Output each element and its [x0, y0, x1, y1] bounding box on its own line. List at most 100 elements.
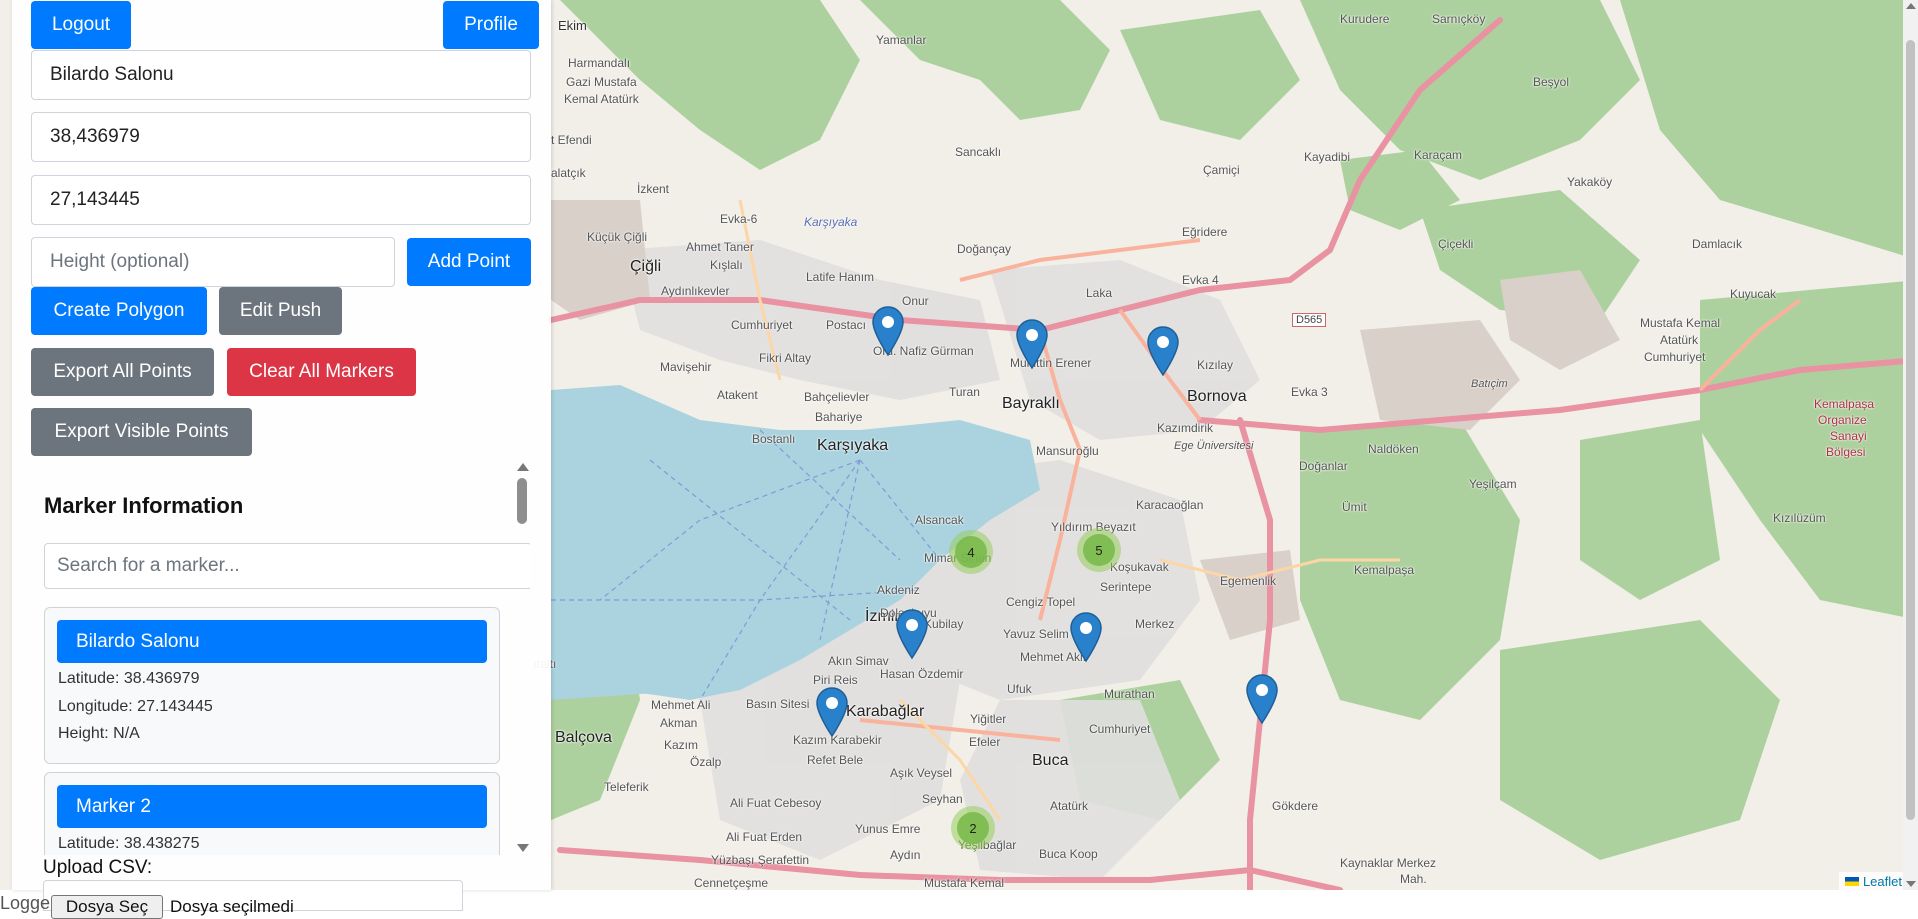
marker-pin[interactable] — [1245, 673, 1279, 725]
scroll-thumb[interactable] — [517, 478, 527, 524]
place-label: Yiğitler — [970, 712, 1007, 726]
place-label: Ümit — [1342, 500, 1367, 514]
place-label: Doğançay — [957, 242, 1012, 256]
marker-info-section: Marker Information Bilardo Salonu Latitu… — [30, 460, 530, 855]
place-label: Piri Reis — [813, 673, 858, 687]
page-scrollbar[interactable] — [1903, 0, 1918, 890]
place-label: Karaçam — [1414, 148, 1463, 162]
place-label: Cennetçeşme — [694, 876, 769, 890]
export-visible-button[interactable]: Export Visible Points — [31, 408, 252, 456]
place-label: Bornova — [1187, 388, 1247, 405]
longitude-field[interactable] — [31, 175, 531, 225]
scroll-up-arrow-icon[interactable] — [1906, 3, 1916, 9]
place-label: Seyhan — [922, 792, 963, 806]
place-label: Kışlalı — [710, 258, 743, 272]
logout-button[interactable]: Logout — [31, 1, 131, 49]
marker-pin[interactable] — [871, 305, 905, 357]
upload-csv-label: Upload CSV: — [43, 857, 153, 878]
export-all-button[interactable]: Export All Points — [31, 348, 214, 396]
scroll-thumb[interactable] — [1906, 40, 1915, 820]
marker-pin[interactable] — [895, 608, 929, 660]
place-label: Kızılay — [1197, 358, 1234, 372]
edit-push-button[interactable]: Edit Push — [219, 287, 342, 335]
leaflet-link[interactable]: Leaflet — [1863, 874, 1902, 889]
marker-cluster[interactable]: 4 — [949, 530, 993, 574]
marker-card[interactable]: Marker 2 Latitude: 38.438275 — [44, 772, 500, 855]
place-label: Küçük Çiğli — [587, 230, 648, 244]
place-label: Latife Hanım — [806, 270, 875, 284]
place-label: Turan — [949, 385, 980, 399]
marker-pin[interactable] — [1015, 318, 1049, 370]
place-label: Bahçelievler — [804, 390, 870, 404]
scroll-down-arrow-icon[interactable] — [1906, 881, 1916, 887]
height-field[interactable] — [31, 237, 395, 287]
marker-card-title[interactable]: Bilardo Salonu — [57, 620, 487, 663]
place-label: Bayraklı — [1002, 395, 1060, 412]
place-label: Ali Fuat Cebesoy — [730, 796, 822, 810]
place-label: Evka 3 — [1291, 385, 1328, 399]
marker-latitude: Latitude: 38.436979 — [58, 670, 200, 687]
marker-card[interactable]: Bilardo Salonu Latitude: 38.436979 Longi… — [44, 607, 500, 764]
latitude-field[interactable] — [31, 112, 531, 162]
place-label: Cengiz Topel — [1006, 595, 1076, 609]
marker-pin[interactable] — [815, 686, 849, 738]
place-label: Kazım — [664, 738, 699, 752]
place-label: Çiğli — [630, 258, 662, 275]
scroll-up-arrow-icon[interactable] — [517, 463, 529, 471]
place-label: Yavuz Selim — [1003, 627, 1069, 641]
place-label: Karacaoğlan — [1136, 498, 1204, 512]
place-label: Karabağlar — [846, 703, 925, 720]
marker-search-input[interactable] — [44, 543, 530, 589]
place-label: Doğanlar — [1299, 459, 1348, 473]
place-label: Atakent — [717, 388, 758, 402]
place-label: Gazi Mustafa — [566, 75, 637, 89]
place-label: Ekim — [558, 18, 587, 33]
place-label: Kaynaklar Merkez — [1340, 856, 1437, 870]
place-label: Evka-6 — [720, 212, 758, 226]
place-label: Ege Üniversitesi — [1174, 440, 1254, 452]
scroll-down-arrow-icon[interactable] — [517, 844, 529, 852]
cluster-count: 5 — [1083, 534, 1115, 566]
clear-all-button[interactable]: Clear All Markers — [227, 348, 416, 396]
place-label: İzkent — [637, 182, 670, 196]
place-label: Koşukavak — [1110, 560, 1169, 574]
place-label: Sanayi — [1830, 429, 1867, 443]
place-label: Organize — [1818, 413, 1867, 427]
place-label: Atatürk — [1660, 333, 1699, 347]
place-label: Buca — [1032, 752, 1069, 769]
place-label: Refet Bele — [807, 753, 864, 767]
place-label: Eğridere — [1182, 225, 1228, 239]
place-label: Laka — [1086, 286, 1113, 300]
map-attribution[interactable]: Leaflet — [1838, 872, 1908, 890]
place-label: Egemenlik — [1220, 574, 1277, 588]
create-polygon-button[interactable]: Create Polygon — [31, 287, 207, 335]
place-label: Cumhuriyet — [1644, 350, 1706, 364]
marker-cluster[interactable]: 5 — [1077, 528, 1121, 572]
choose-file-button[interactable]: Dosya Seç — [51, 895, 163, 919]
place-label: Bölgesi — [1826, 445, 1866, 459]
place-label: Cumhuriyet — [731, 318, 793, 332]
marker-list-scrollbar[interactable] — [514, 460, 530, 855]
marker-card-title[interactable]: Marker 2 — [57, 785, 487, 828]
marker-pin[interactable] — [1069, 611, 1103, 663]
place-label: Akman — [660, 716, 698, 730]
profile-button[interactable]: Profile — [443, 1, 539, 49]
marker-latitude: Latitude: 38.438275 — [58, 835, 200, 852]
place-label: Onur — [902, 294, 929, 308]
place-label: Mustafa Kemal — [924, 876, 1005, 890]
place-label: Postacı — [826, 318, 867, 332]
place-label: Yüzbaşı Şerafettin — [711, 853, 810, 867]
place-label: Kızılüzüm — [1773, 511, 1826, 525]
place-label: Karşıyaka — [817, 437, 889, 454]
place-label: t Efendi — [551, 133, 592, 147]
place-label: Buca Koop — [1039, 847, 1098, 861]
marker-name-field[interactable] — [31, 50, 531, 100]
place-label: Harmandalı — [568, 56, 631, 70]
add-point-button[interactable]: Add Point — [407, 238, 531, 286]
place-label: Efeler — [969, 735, 1001, 749]
marker-pin[interactable] — [1146, 325, 1180, 377]
place-label: Sarnıçköy — [1432, 12, 1486, 26]
marker-cluster[interactable]: 2 — [951, 806, 995, 850]
place-label: Cumhuriyet — [1089, 722, 1151, 736]
place-label: Özalp — [690, 755, 722, 769]
